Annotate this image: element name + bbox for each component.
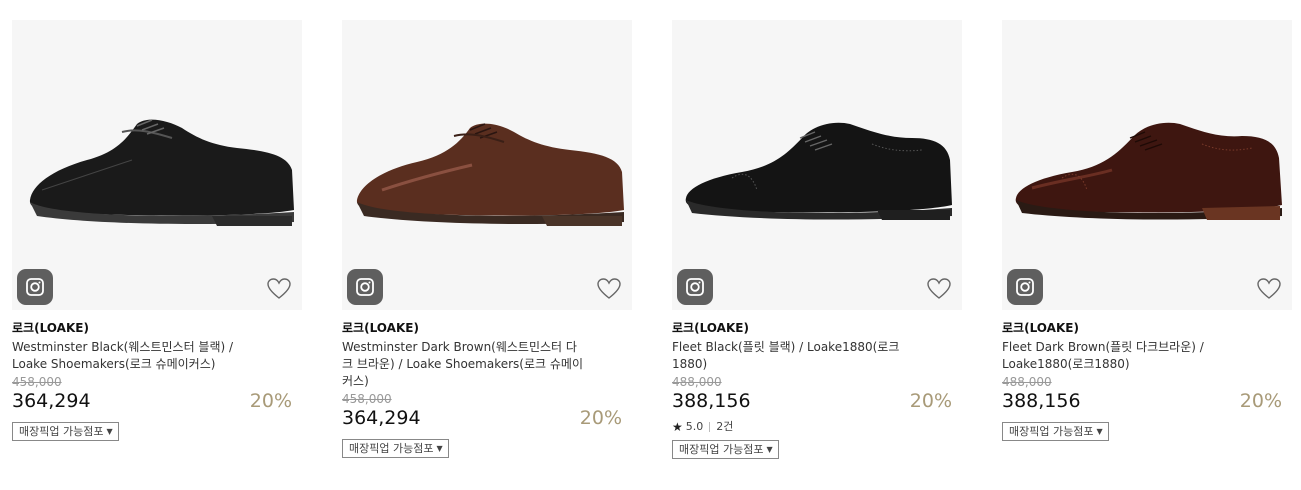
pickup-label: 매장픽업 가능점포 — [19, 425, 104, 438]
heart-icon[interactable] — [266, 276, 292, 302]
product-card[interactable]: 로크(LOAKE) Westminster Black(웨스트민스터 블랙) /… — [12, 20, 302, 441]
heart-icon[interactable] — [596, 276, 622, 302]
shoe-image — [685, 122, 952, 220]
instagram-button[interactable] — [1007, 269, 1043, 305]
rating-score: 5.0 — [685, 420, 704, 433]
product-brand[interactable]: 로크(LOAKE) — [342, 320, 632, 336]
product-card[interactable]: 로크(LOAKE) Fleet Black(플릿 블랙) / Loake1880… — [672, 20, 962, 459]
sale-price: 388,156 — [672, 390, 751, 412]
review-count[interactable]: 2건 — [716, 420, 733, 434]
store-pickup-dropdown[interactable]: 매장픽업 가능점포 ▼ — [342, 439, 449, 458]
original-price: 458,000 — [342, 392, 392, 406]
instagram-icon — [686, 278, 704, 296]
discount-rate: 20% — [1239, 390, 1282, 412]
instagram-icon — [1016, 278, 1034, 296]
product-brand[interactable]: 로크(LOAKE) — [1002, 320, 1292, 336]
product-name[interactable]: Westminster Dark Brown(웨스트민스터 다크 브라운) / … — [342, 339, 587, 390]
original-price: 488,000 — [672, 375, 722, 389]
shoe-image — [29, 119, 294, 226]
product-card[interactable]: 로크(LOAKE) Fleet Dark Brown(플릿 다크브라운) / L… — [1002, 20, 1292, 441]
product-image[interactable] — [1002, 20, 1292, 310]
product-name[interactable]: Fleet Black(플릿 블랙) / Loake1880(로크1880) — [672, 339, 917, 373]
store-pickup-dropdown[interactable]: 매장픽업 가능점포 ▼ — [12, 422, 119, 441]
product-image[interactable] — [342, 20, 632, 310]
pickup-label: 매장픽업 가능점포 — [349, 442, 434, 455]
caret-down-icon: ▼ — [1096, 427, 1103, 436]
product-name[interactable]: Westminster Black(웨스트민스터 블랙) / Loake Sho… — [12, 339, 257, 373]
discount-rate: 20% — [909, 390, 952, 412]
product-image[interactable] — [672, 20, 962, 310]
pickup-label: 매장픽업 가능점포 — [1009, 425, 1094, 438]
instagram-button[interactable] — [347, 269, 383, 305]
divider — [709, 422, 711, 432]
original-price: 458,000 — [12, 375, 62, 389]
product-image[interactable] — [12, 20, 302, 310]
product-brand[interactable]: 로크(LOAKE) — [672, 320, 962, 336]
store-pickup-dropdown[interactable]: 매장픽업 가능점포 ▼ — [672, 440, 779, 459]
discount-rate: 20% — [249, 390, 292, 412]
caret-down-icon: ▼ — [106, 427, 113, 436]
sale-price: 388,156 — [1002, 390, 1081, 412]
sale-price: 364,294 — [342, 407, 421, 429]
instagram-icon — [26, 278, 44, 296]
instagram-button[interactable] — [17, 269, 53, 305]
product-card[interactable]: 로크(LOAKE) Westminster Dark Brown(웨스트민스터 … — [342, 20, 632, 458]
rating-summary: ★ 5.0 2건 — [672, 420, 962, 434]
heart-icon[interactable] — [926, 276, 952, 302]
instagram-icon — [356, 278, 374, 296]
instagram-button[interactable] — [677, 269, 713, 305]
heart-icon[interactable] — [1256, 276, 1282, 302]
store-pickup-dropdown[interactable]: 매장픽업 가능점포 ▼ — [1002, 422, 1109, 441]
sale-price: 364,294 — [12, 390, 91, 412]
shoe-image — [356, 123, 624, 226]
caret-down-icon: ▼ — [436, 444, 443, 453]
shoe-image — [1015, 122, 1282, 220]
discount-rate: 20% — [579, 407, 622, 429]
original-price: 488,000 — [1002, 375, 1052, 389]
star-icon: ★ — [672, 420, 683, 434]
product-brand[interactable]: 로크(LOAKE) — [12, 320, 302, 336]
product-name[interactable]: Fleet Dark Brown(플릿 다크브라운) / Loake1880(로… — [1002, 339, 1247, 373]
pickup-label: 매장픽업 가능점포 — [679, 443, 764, 456]
caret-down-icon: ▼ — [766, 445, 773, 454]
